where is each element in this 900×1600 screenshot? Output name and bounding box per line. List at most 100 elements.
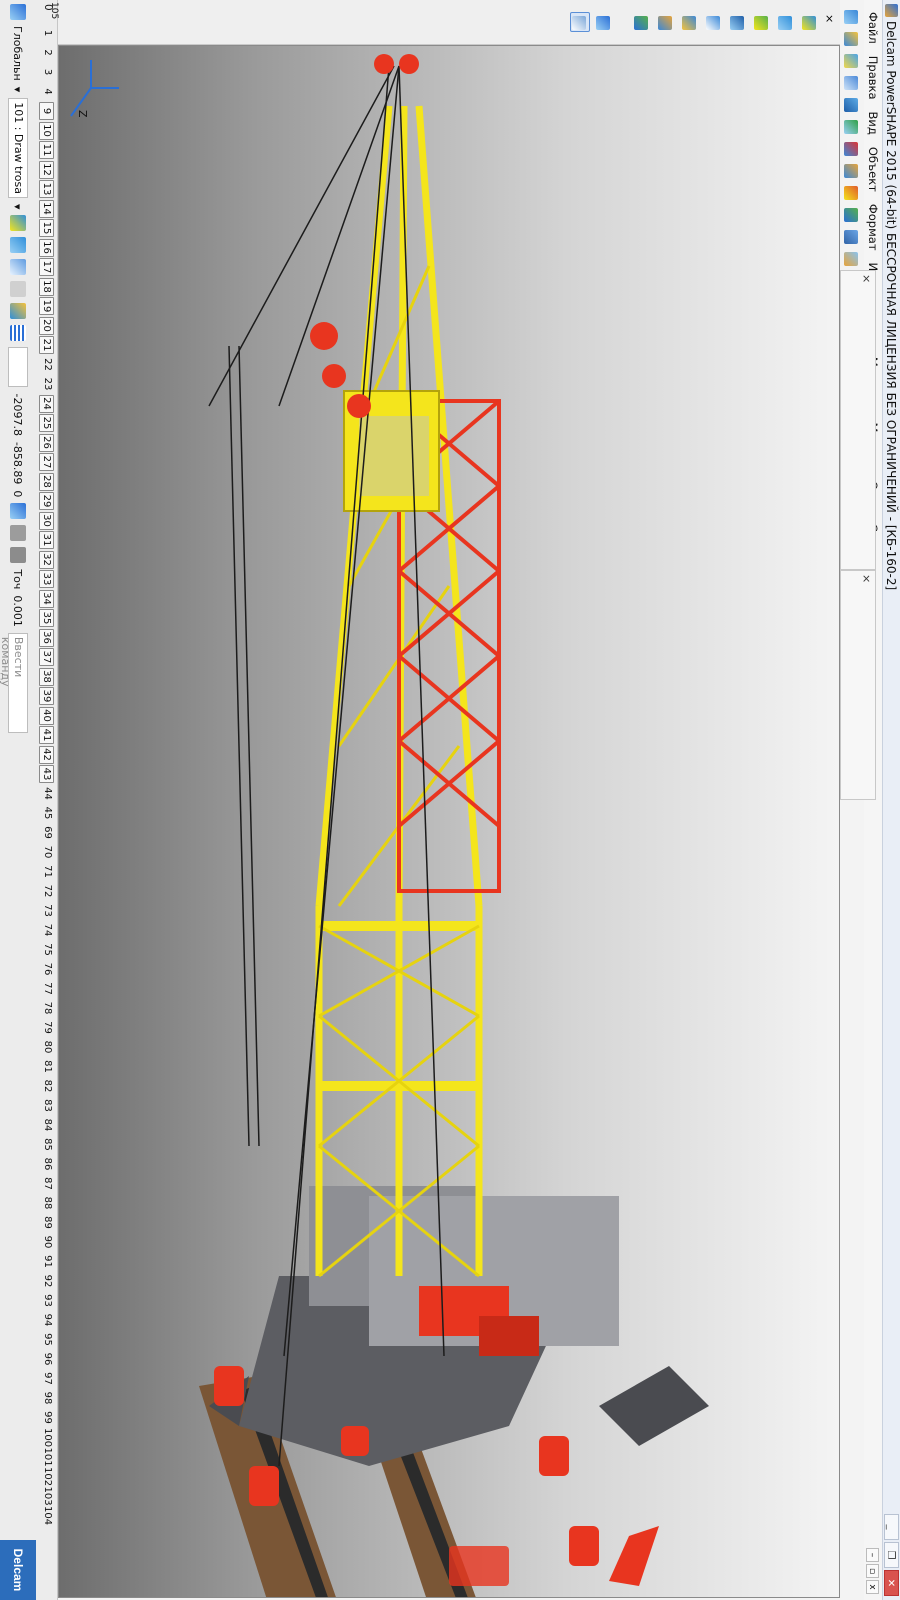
menu-format[interactable]: Формат: [866, 198, 880, 257]
layer-tab[interactable]: 21: [39, 336, 54, 354]
layer-tab[interactable]: 4: [39, 83, 54, 101]
layer-tab[interactable]: 39: [39, 687, 54, 705]
layer-tab[interactable]: 100: [39, 1428, 54, 1447]
layer-tab[interactable]: 98: [39, 1389, 54, 1407]
layer-tab[interactable]: 10: [39, 121, 54, 140]
layer-tab[interactable]: 84: [39, 1116, 54, 1134]
panel-close-icon[interactable]: ×: [860, 574, 873, 583]
layer-tab[interactable]: 27: [39, 453, 54, 471]
cube-view-icon[interactable]: [842, 94, 862, 114]
layer-tab[interactable]: 32: [39, 550, 54, 569]
layer-tab[interactable]: 1: [39, 24, 54, 42]
workplane-dropdown-icon[interactable]: ▾: [12, 87, 25, 93]
select-tool-icon[interactable]: [842, 6, 862, 26]
view-side-icon[interactable]: [752, 12, 772, 32]
zoom-icon[interactable]: [632, 12, 652, 32]
layer-tab[interactable]: 91: [39, 1253, 54, 1271]
layer-tab[interactable]: 95: [39, 1331, 54, 1349]
menu-object[interactable]: Объект: [866, 141, 880, 198]
layer-tab[interactable]: 9: [39, 102, 54, 120]
layer-tab[interactable]: 86: [39, 1155, 54, 1173]
menu-edit[interactable]: Правка: [866, 50, 880, 106]
layer-tab[interactable]: 19: [39, 297, 54, 315]
layer-tab[interactable]: 85: [39, 1136, 54, 1154]
snap-value[interactable]: 0.001: [12, 595, 25, 627]
layer-tab[interactable]: 45: [39, 804, 54, 822]
layer-tab[interactable]: 42: [39, 745, 54, 764]
measure-tool-icon[interactable]: [842, 182, 862, 202]
workplane-icon[interactable]: [10, 4, 26, 20]
layer-tab[interactable]: 41: [39, 726, 54, 744]
layer-tab[interactable]: 82: [39, 1077, 54, 1095]
command-input[interactable]: Ввести команду: [0, 632, 28, 733]
layer-tab[interactable]: 13: [39, 180, 54, 198]
layer-tab[interactable]: 31: [39, 531, 54, 549]
mirror-tool-icon[interactable]: [842, 116, 862, 136]
layer-tab[interactable]: 103: [39, 1487, 54, 1506]
layer-tab[interactable]: 25: [39, 414, 54, 432]
layer-tab[interactable]: 17: [39, 258, 54, 276]
menu-view[interactable]: Вид: [866, 106, 880, 141]
layer-tab[interactable]: 23: [39, 375, 54, 393]
layer-tab[interactable]: 3: [39, 63, 54, 81]
layer-tab[interactable]: 28: [39, 472, 54, 491]
layer-tab[interactable]: 102: [39, 1467, 54, 1486]
restore-button[interactable]: ❐: [884, 1542, 899, 1568]
render-icon[interactable]: [10, 303, 26, 320]
grid-icon[interactable]: [10, 325, 26, 342]
layer-tab[interactable]: 14: [39, 199, 54, 218]
move-tool-icon[interactable]: [842, 138, 862, 158]
layer-tab[interactable]: 35: [39, 609, 54, 627]
view-iso2-icon[interactable]: [704, 12, 724, 32]
layer-tab[interactable]: 16: [39, 238, 54, 257]
layer-tab[interactable]: 33: [39, 570, 54, 588]
layer-tab[interactable]: 80: [39, 1038, 54, 1056]
layer-tab[interactable]: 73: [39, 902, 54, 920]
menu-file[interactable]: Файл: [866, 6, 880, 50]
layer-tab[interactable]: 38: [39, 667, 54, 686]
layer-field[interactable]: 101 : Draw trosa: [8, 98, 28, 198]
layer-tab[interactable]: 101: [39, 1448, 54, 1467]
layer-tab[interactable]: 75: [39, 941, 54, 959]
blank-field[interactable]: [8, 347, 28, 388]
layer-tab[interactable]: 92: [39, 1272, 54, 1290]
solid-tool-icon[interactable]: [842, 72, 862, 92]
layer-tab[interactable]: 70: [39, 843, 54, 861]
workplane-label[interactable]: Глобальн: [12, 26, 25, 81]
grid-icon[interactable]: [570, 12, 590, 32]
layer-tab[interactable]: 43: [39, 765, 54, 783]
graphics-viewport[interactable]: Z: [58, 45, 840, 1598]
view-iso3-icon[interactable]: [680, 12, 700, 32]
ruler-icon[interactable]: [10, 525, 26, 542]
layer-tab[interactable]: 71: [39, 863, 54, 881]
layer-tab[interactable]: 37: [39, 648, 54, 666]
layer-tab[interactable]: 104: [39, 1506, 54, 1525]
view-iso1-icon[interactable]: [728, 12, 748, 32]
layer-tab[interactable]: 36: [39, 628, 54, 647]
layer-tab[interactable]: 11: [39, 141, 54, 159]
layer-tab[interactable]: 29: [39, 492, 54, 510]
snap-icon[interactable]: [10, 547, 26, 564]
layer-tab[interactable]: 90: [39, 1233, 54, 1251]
layer-tab[interactable]: 18: [39, 277, 54, 296]
iso-view-icon[interactable]: [10, 259, 26, 276]
layer-tab[interactable]: 74: [39, 921, 54, 939]
wireframe-view-icon[interactable]: [10, 237, 26, 254]
lock-icon[interactable]: [10, 281, 26, 298]
layer-tab[interactable]: 44: [39, 785, 54, 803]
view-top-icon[interactable]: [800, 12, 820, 32]
layer-tab[interactable]: 79: [39, 1019, 54, 1037]
layer-tab[interactable]: 26: [39, 433, 54, 452]
mdi-minimize-button[interactable]: –: [866, 1548, 880, 1562]
layer-tab[interactable]: 78: [39, 999, 54, 1017]
layer-tab[interactable]: 83: [39, 1097, 54, 1115]
layer-tab[interactable]: 88: [39, 1194, 54, 1212]
layer-icon[interactable]: [594, 12, 614, 32]
minimize-button[interactable]: _: [884, 1514, 899, 1540]
mdi-close-button[interactable]: x: [866, 1580, 880, 1594]
layer-tab[interactable]: 24: [39, 394, 54, 413]
layer-tab[interactable]: 2: [39, 44, 54, 62]
rotate-tool-icon[interactable]: [842, 226, 862, 246]
layer-tab[interactable]: 20: [39, 316, 54, 335]
layer-tab[interactable]: 15: [39, 219, 54, 237]
